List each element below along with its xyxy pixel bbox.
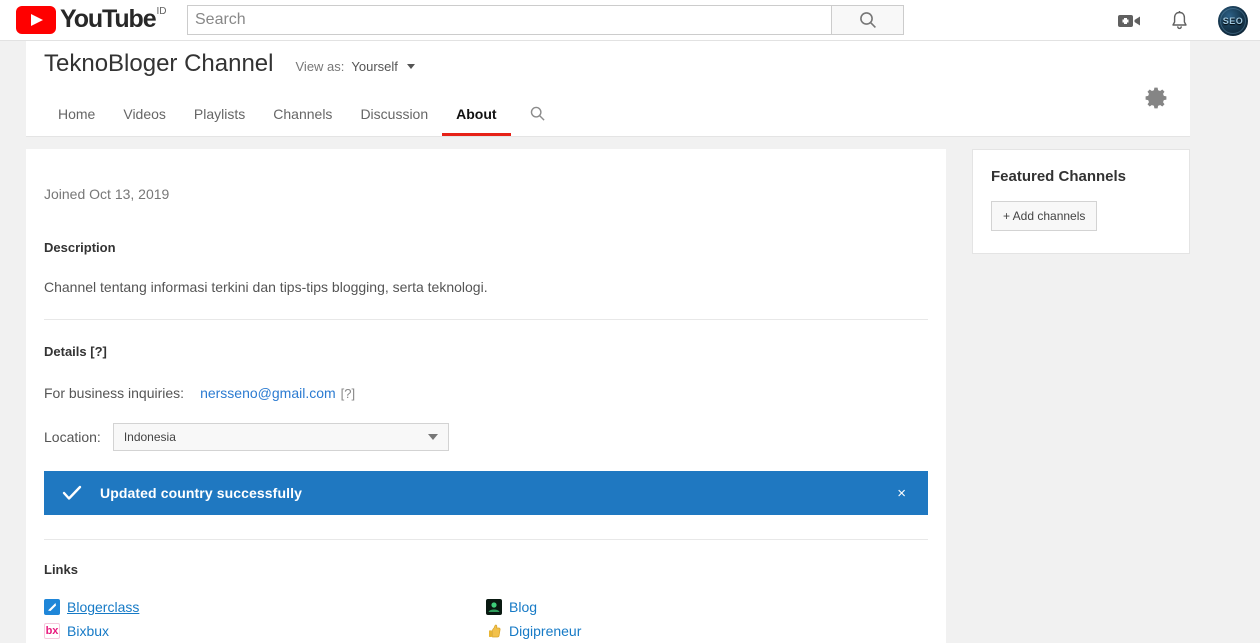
location-select-value: Indonesia xyxy=(123,430,176,444)
tab-videos[interactable]: Videos xyxy=(109,96,180,136)
gear-icon xyxy=(1145,87,1167,109)
location-row: Location: Indonesia xyxy=(44,423,928,451)
digipreneur-favicon xyxy=(486,623,502,639)
tab-discussion[interactable]: Discussion xyxy=(346,96,442,136)
list-item[interactable]: bx Bixbux xyxy=(44,619,486,643)
tab-about[interactable]: About xyxy=(442,96,511,136)
bell-icon[interactable] xyxy=(1169,10,1190,32)
search-icon xyxy=(859,12,876,28)
business-email-hint: [?] xyxy=(340,386,356,401)
chevron-down-icon xyxy=(427,434,438,440)
links-column-left: Blogerclass bx Bixbux xyxy=(44,595,486,643)
business-inquiries-label: For business inquiries: xyxy=(44,385,185,401)
tab-playlists[interactable]: Playlists xyxy=(180,96,259,136)
links-column-right: Blog Digipreneur xyxy=(486,595,928,643)
page-title: TeknoBloger Channel xyxy=(44,50,274,77)
business-inquiries-row: For business inquiries: nersseno@gmail.c… xyxy=(44,385,928,401)
youtube-logo[interactable]: YouTube ID xyxy=(16,4,167,34)
blogerclass-favicon xyxy=(44,599,60,615)
tab-home[interactable]: Home xyxy=(44,96,109,136)
divider xyxy=(44,539,928,540)
channel-title-row: TeknoBloger Channel View as: Yourself xyxy=(44,47,415,81)
channel-search-button[interactable] xyxy=(511,95,560,136)
location-select[interactable]: Indonesia xyxy=(112,423,449,451)
status-banner: Updated country successfully × xyxy=(44,471,928,515)
list-item[interactable]: Blogerclass xyxy=(44,595,486,619)
featured-channels-panel: Featured Channels + Add channels xyxy=(972,149,1190,254)
avatar[interactable]: SEO xyxy=(1218,5,1248,36)
bixbux-favicon: bx xyxy=(44,623,60,639)
youtube-country-code: ID xyxy=(156,6,167,17)
description-heading: Description xyxy=(44,240,116,255)
chevron-down-icon xyxy=(406,64,415,69)
link-bixbux[interactable]: Bixbux xyxy=(67,623,109,639)
description-text: Channel tentang informasi terkini dan ti… xyxy=(44,279,488,295)
close-icon[interactable]: × xyxy=(891,482,912,505)
channel-tabs: Home Videos Playlists Channels Discussio… xyxy=(44,95,560,136)
divider xyxy=(44,319,928,320)
link-digipreneur[interactable]: Digipreneur xyxy=(509,623,581,639)
avatar-text: SEO xyxy=(1222,15,1244,26)
location-label: Location: xyxy=(44,429,101,445)
video-camera-plus-icon[interactable] xyxy=(1117,11,1141,31)
checkmark-icon xyxy=(62,485,82,501)
link-blog[interactable]: Blog xyxy=(509,599,537,615)
search-bar xyxy=(187,5,904,35)
search-button[interactable] xyxy=(832,5,904,35)
status-message: Updated country successfully xyxy=(100,485,302,501)
view-as-label: View as: xyxy=(295,59,345,74)
masthead: YouTube ID SE xyxy=(0,0,1260,41)
search-icon xyxy=(530,106,545,121)
business-email-link[interactable]: nersseno@gmail.com xyxy=(200,385,336,401)
search-input[interactable] xyxy=(187,5,832,35)
details-heading: Details [?] xyxy=(44,344,107,359)
channel-settings-button[interactable] xyxy=(1144,85,1170,116)
youtube-play-icon xyxy=(16,6,56,34)
featured-channels-heading: Featured Channels xyxy=(991,168,1127,185)
list-item[interactable]: Blog xyxy=(486,595,928,619)
link-blogerclass[interactable]: Blogerclass xyxy=(67,599,139,615)
about-panel: Joined Oct 13, 2019 Description Channel … xyxy=(26,149,946,643)
links-grid: Blogerclass bx Bixbux Blog Digipreneur xyxy=(44,595,928,643)
view-as-dropdown[interactable]: View as: Yourself xyxy=(296,59,415,74)
masthead-actions: SEO xyxy=(1117,0,1248,41)
blog-favicon xyxy=(486,599,502,615)
list-item[interactable]: Digipreneur xyxy=(486,619,928,643)
joined-date: Joined Oct 13, 2019 xyxy=(44,186,170,202)
tab-channels[interactable]: Channels xyxy=(259,96,346,136)
channel-header: TeknoBloger Channel View as: Yourself Ho… xyxy=(26,41,1190,137)
view-as-value: Yourself xyxy=(351,59,398,74)
links-heading: Links xyxy=(44,562,78,577)
add-channels-button[interactable]: + Add channels xyxy=(991,201,1098,231)
youtube-logo-text: YouTube xyxy=(60,5,157,33)
